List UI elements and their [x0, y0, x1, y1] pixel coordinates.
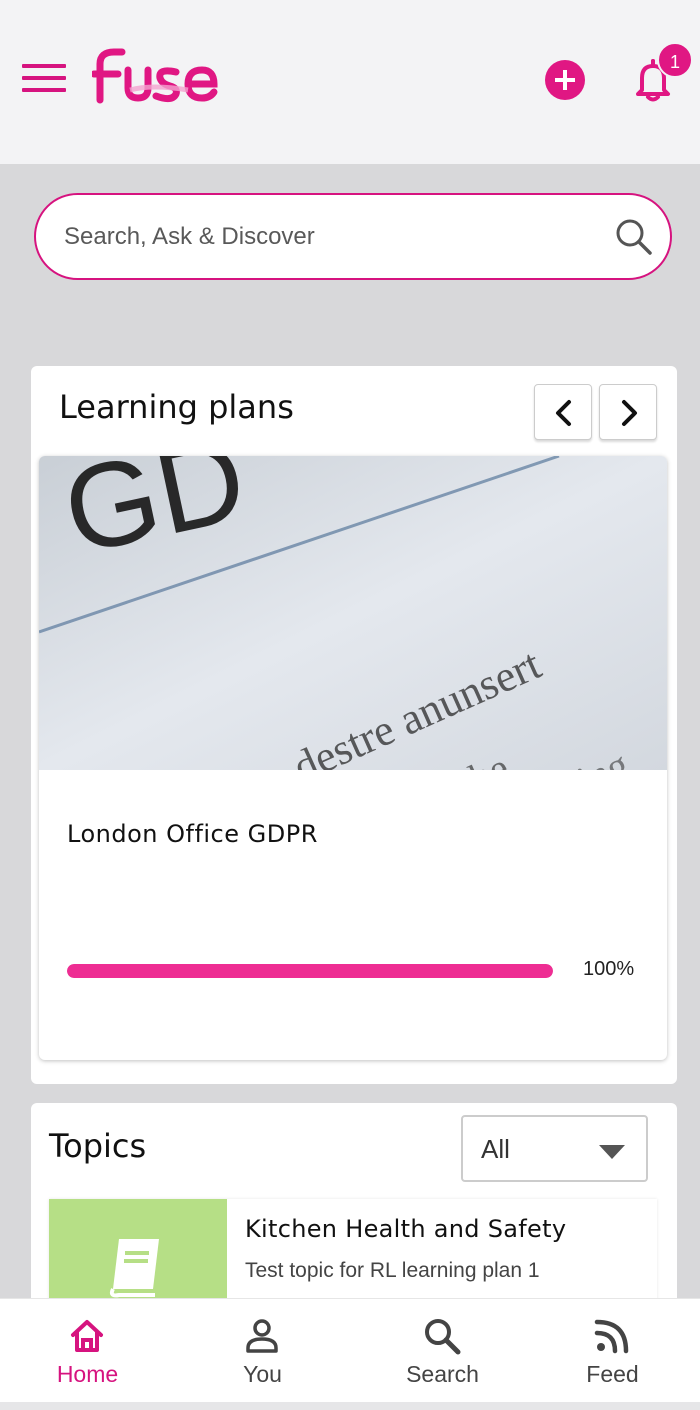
learning-plan-image: GD the destre anunsert the roache ting — [39, 456, 667, 770]
learning-plans-title: Learning plans — [59, 388, 294, 426]
nav-tab-label: Home — [56, 1361, 119, 1387]
carousel-next-button[interactable] — [599, 384, 657, 440]
home-icon — [71, 1320, 103, 1352]
chevron-left-icon — [556, 400, 571, 426]
search-input[interactable] — [64, 195, 604, 278]
fuse-logo[interactable] — [92, 44, 222, 106]
home-indicator-strip — [0, 1402, 700, 1410]
progress-label: 100% — [583, 958, 635, 980]
progress-bar — [67, 964, 553, 978]
menu-line — [22, 88, 66, 92]
search-icon[interactable] — [614, 217, 654, 257]
learning-plans-card: Learning plans GD the destre anunsert th… — [31, 366, 677, 1084]
bottom-navigation: Home You Search Feed — [0, 1298, 700, 1402]
topics-filter-value: All — [481, 1134, 510, 1164]
add-button[interactable] — [545, 60, 585, 100]
nav-tab-label: You — [243, 1361, 282, 1387]
user-icon — [246, 1319, 278, 1353]
book-icon — [109, 1239, 159, 1298]
rss-icon — [594, 1319, 629, 1354]
topic-description: Test topic for RL learning plan 1 — [245, 1259, 540, 1282]
progress-bar-fill — [67, 964, 553, 978]
app-header: 1 — [0, 0, 700, 164]
carousel-prev-button[interactable] — [534, 384, 592, 440]
learning-plan-item[interactable]: GD the destre anunsert the roache ting L… — [39, 456, 667, 1060]
nav-tab-you[interactable]: You — [175, 1299, 350, 1403]
topics-filter-select[interactable]: All — [461, 1115, 648, 1182]
search-icon — [425, 1319, 461, 1355]
nav-tab-label: Feed — [586, 1361, 639, 1387]
topic-name: Kitchen Health and Safety — [245, 1215, 567, 1243]
caret-down-icon — [599, 1145, 625, 1159]
learning-plan-name: London Office GDPR — [67, 820, 318, 848]
menu-line — [22, 64, 66, 68]
menu-line — [22, 76, 66, 80]
notification-badge: 1 — [657, 42, 693, 78]
search-bar[interactable] — [34, 193, 672, 280]
chevron-right-icon — [622, 400, 637, 426]
nav-tab-label: Search — [406, 1361, 479, 1387]
nav-tab-home[interactable]: Home — [0, 1299, 175, 1403]
topics-title: Topics — [49, 1127, 147, 1165]
nav-tab-search[interactable]: Search — [355, 1299, 530, 1403]
nav-tab-feed[interactable]: Feed — [525, 1299, 700, 1403]
hamburger-menu-button[interactable] — [22, 64, 66, 98]
